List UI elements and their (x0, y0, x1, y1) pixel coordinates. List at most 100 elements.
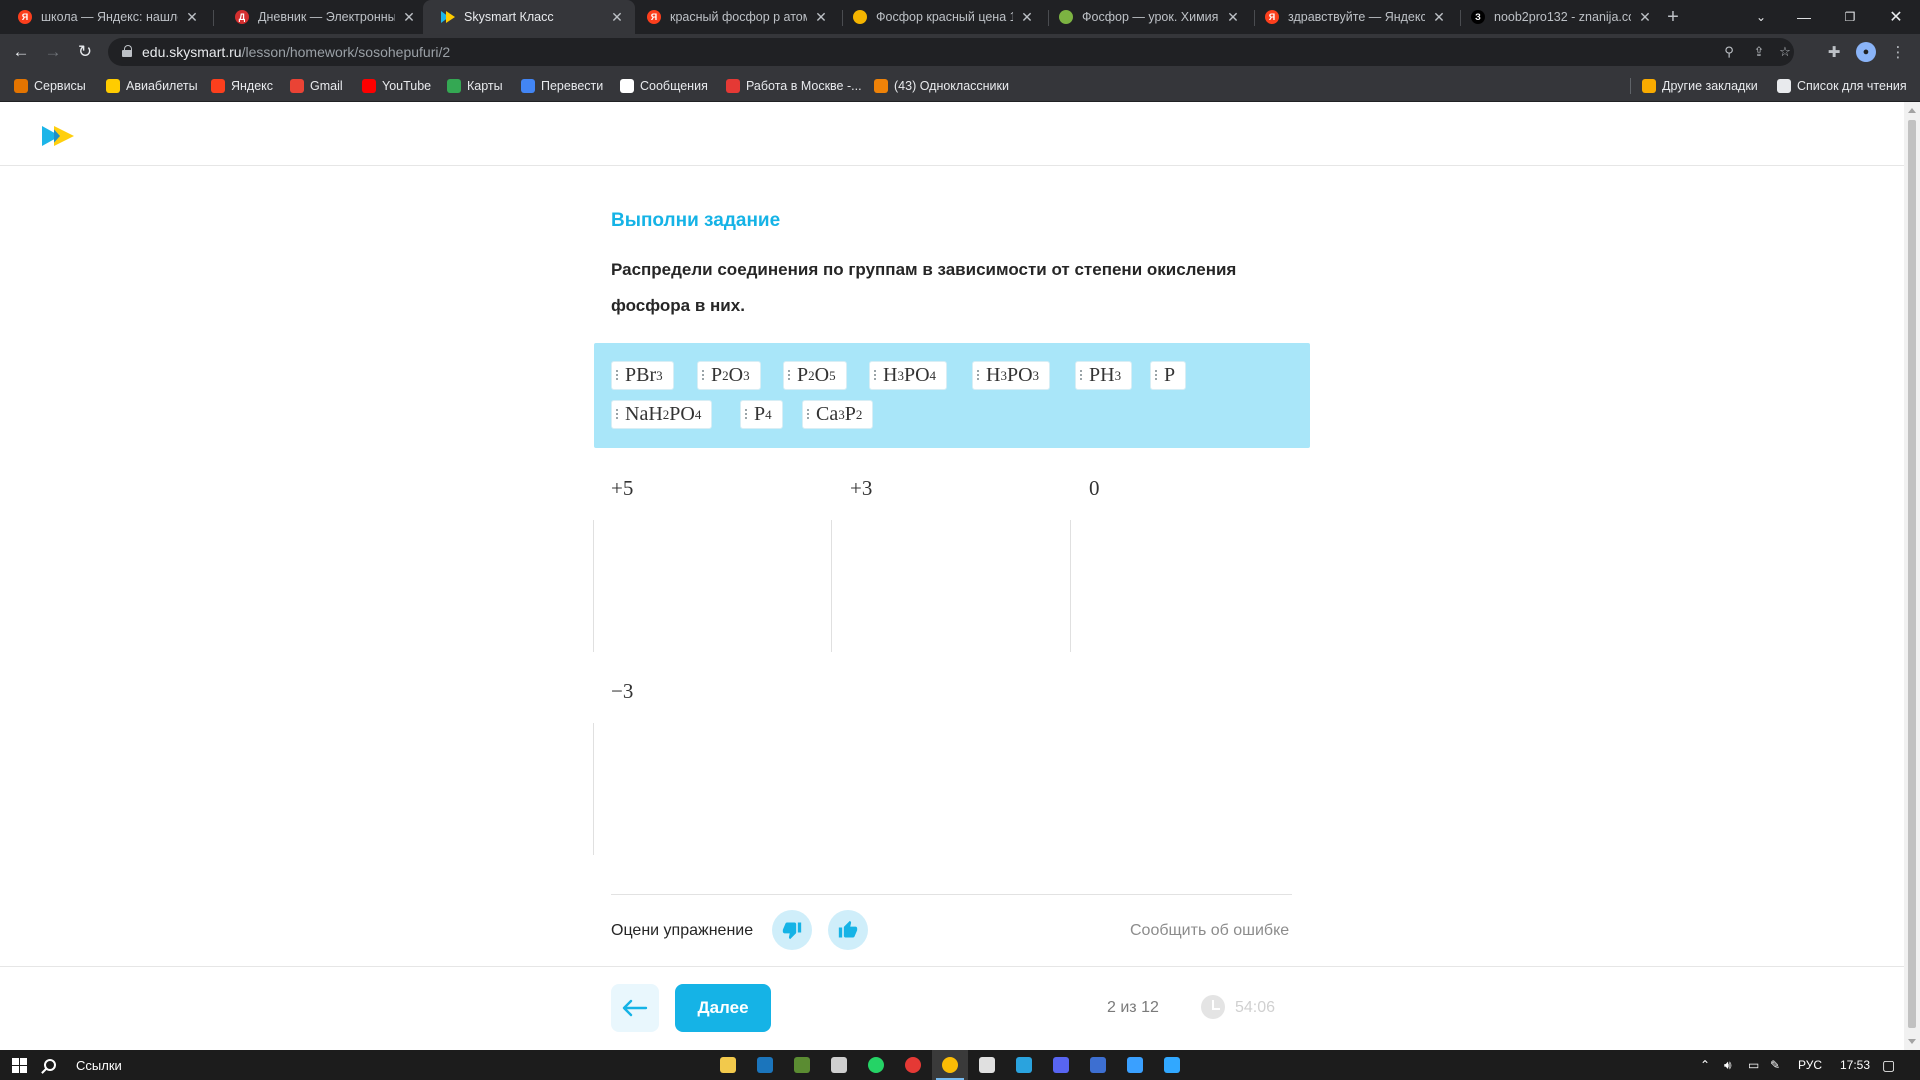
scroll-up-arrow-icon[interactable] (1908, 108, 1916, 113)
tab-close-icon[interactable]: ✕ (1431, 9, 1447, 26)
drag-handle-icon[interactable] (702, 370, 704, 382)
next-button[interactable]: Далее (675, 984, 771, 1032)
bookmark-item[interactable]: (43) Одноклассники (874, 70, 1009, 102)
browser-tab[interactable]: Яшкола — Яндекс: нашлось ✕ (0, 0, 210, 34)
thumbs-down-button[interactable] (772, 910, 812, 950)
taskbar-app[interactable] (1154, 1050, 1190, 1080)
taskbar-app[interactable] (1043, 1050, 1079, 1080)
tab-close-icon[interactable]: ✕ (1019, 9, 1035, 26)
drag-handle-icon[interactable] (807, 409, 809, 421)
taskbar-app[interactable] (969, 1050, 1005, 1080)
browser-tab[interactable]: Зnoob2pro132 - znanija.com ✕ (1453, 0, 1663, 34)
taskbar-app[interactable] (1080, 1050, 1116, 1080)
formula-chip[interactable]: H 3 PO 4 (869, 361, 948, 390)
skysmart-logo-icon[interactable] (40, 124, 76, 148)
formula-chip[interactable]: P2O3 (697, 361, 761, 390)
formula-chip[interactable]: PH 3 (1075, 361, 1133, 390)
tab-close-icon[interactable]: ✕ (1225, 9, 1241, 26)
bookmark-item[interactable]: Авиабилеты (106, 70, 198, 102)
bookmark-item[interactable]: Gmail (290, 70, 343, 102)
drag-handle-icon[interactable] (874, 370, 876, 382)
bookmark-item[interactable]: Работа в Москве -... (726, 70, 862, 102)
profile-avatar[interactable]: ● (1856, 42, 1876, 62)
thumbs-up-button[interactable] (828, 910, 868, 950)
new-tab-button[interactable]: + (1660, 0, 1686, 34)
restore-icon[interactable]: ❐ (1827, 0, 1873, 34)
share-icon[interactable]: ⇪ (1750, 43, 1768, 61)
drag-handle-icon[interactable] (616, 409, 618, 421)
drag-handle-icon[interactable] (977, 370, 979, 382)
taskbar-search[interactable]: Ссылки (44, 1055, 122, 1075)
taskbar-app[interactable] (932, 1050, 968, 1080)
browser-tab[interactable]: Фосфор — урок. Химия, 8 ✕ (1041, 0, 1251, 34)
browser-tab[interactable]: Яздравствуйте — Яндекс: н ✕ (1247, 0, 1457, 34)
taskbar-app[interactable] (821, 1050, 857, 1080)
tab-close-icon[interactable]: ✕ (813, 9, 829, 26)
taskbar-app[interactable] (858, 1050, 894, 1080)
browser-tab[interactable]: Якрасный фосфор р атом ✕ (629, 0, 839, 34)
bookmark-item[interactable]: Другие закладки (1642, 70, 1758, 102)
tab-close-icon[interactable]: ✕ (184, 9, 200, 26)
dropzone-plus5[interactable] (593, 520, 831, 652)
drag-handle-icon[interactable] (788, 370, 790, 382)
taskbar-app[interactable] (895, 1050, 931, 1080)
dropzone-zero[interactable] (1070, 520, 1308, 652)
tab-close-icon[interactable]: ✕ (609, 9, 625, 26)
close-window-icon[interactable]: ✕ (1873, 0, 1919, 34)
back-icon[interactable]: ← (6, 34, 36, 70)
bookmark-item[interactable]: Сервисы (14, 70, 86, 102)
browser-tab[interactable]: Д Дневник — Электронный ✕ (217, 0, 427, 34)
formula-chip[interactable]: P (1150, 361, 1187, 390)
formula-chip[interactable]: H 3 PO 3 (972, 361, 1051, 390)
url-text[interactable]: edu.skysmart.ru/lesson/homework/sosohepu… (142, 44, 450, 60)
tab-search-icon[interactable]: ⌄ (1738, 0, 1784, 34)
report-error-link[interactable]: Сообщить об ошибке (1130, 922, 1289, 940)
minimize-icon[interactable]: — (1781, 0, 1827, 34)
input-method-icon[interactable]: ✎ (1770, 1050, 1780, 1080)
tab-close-icon[interactable]: ✕ (1637, 9, 1653, 26)
taskbar-app[interactable] (710, 1050, 746, 1080)
notifications-icon[interactable]: ▢ (1882, 1050, 1895, 1080)
bookmark-item[interactable]: Карты (447, 70, 503, 102)
drag-handle-icon[interactable] (616, 370, 618, 382)
reload-icon[interactable]: ↻ (70, 34, 100, 70)
taskbar-app[interactable] (747, 1050, 783, 1080)
drag-handle-icon[interactable] (745, 409, 747, 421)
bookmark-item[interactable]: Яндекс (211, 70, 273, 102)
drag-handle-icon[interactable] (1080, 370, 1082, 382)
menu-kebab-icon[interactable]: ⋮ (1888, 42, 1908, 62)
browser-tab[interactable]: Skysmart Класс ✕ (423, 0, 635, 34)
taskbar-app[interactable] (784, 1050, 820, 1080)
bookmark-item[interactable]: Список для чтения (1777, 70, 1907, 102)
formula-chip[interactable]: NaH 2 PO 4 (611, 400, 713, 429)
dropzone-minus3[interactable] (593, 723, 831, 855)
clock[interactable]: 17:53 (1840, 1050, 1870, 1080)
bookmark-star-icon[interactable]: ☆ (1776, 43, 1794, 61)
drag-handle-icon[interactable] (1155, 370, 1157, 382)
bookmark-item[interactable]: Сообщения (620, 70, 708, 102)
page-scrollbar[interactable] (1904, 102, 1920, 1050)
language-indicator[interactable]: РУС (1798, 1050, 1822, 1080)
formula-chip[interactable]: P4 (740, 400, 783, 429)
location-icon[interactable]: ⚲ (1720, 43, 1738, 61)
formula-chip[interactable]: PBr 3 (611, 361, 674, 390)
taskbar-app[interactable] (1117, 1050, 1153, 1080)
scroll-down-arrow-icon[interactable] (1908, 1039, 1916, 1044)
scrollbar-thumb[interactable] (1908, 120, 1916, 1028)
tray-chevron-icon[interactable]: ⌃ (1700, 1050, 1710, 1080)
bookmark-item[interactable]: YouTube (362, 70, 431, 102)
address-bar[interactable]: edu.skysmart.ru/lesson/homework/sosohepu… (108, 38, 1794, 66)
windows-start-icon[interactable] (12, 1058, 27, 1073)
taskbar-app[interactable] (1006, 1050, 1042, 1080)
extensions-icon[interactable]: ✚ (1824, 42, 1844, 62)
browser-tab[interactable]: Фосфор красный цена 10 ✕ (835, 0, 1045, 34)
network-icon[interactable]: ▭ (1748, 1050, 1759, 1080)
dropzone-plus3[interactable] (831, 520, 1069, 652)
formula-chip[interactable]: Ca 3 P 2 (802, 400, 874, 429)
tab-close-icon[interactable]: ✕ (401, 9, 417, 26)
previous-button[interactable] (611, 984, 659, 1032)
forward-icon[interactable]: → (38, 34, 68, 70)
formula-chip[interactable]: P2O5 (783, 361, 847, 390)
volume-icon[interactable]: 🔊︎ (1724, 1050, 1732, 1080)
bookmark-item[interactable]: Перевести (521, 70, 603, 102)
